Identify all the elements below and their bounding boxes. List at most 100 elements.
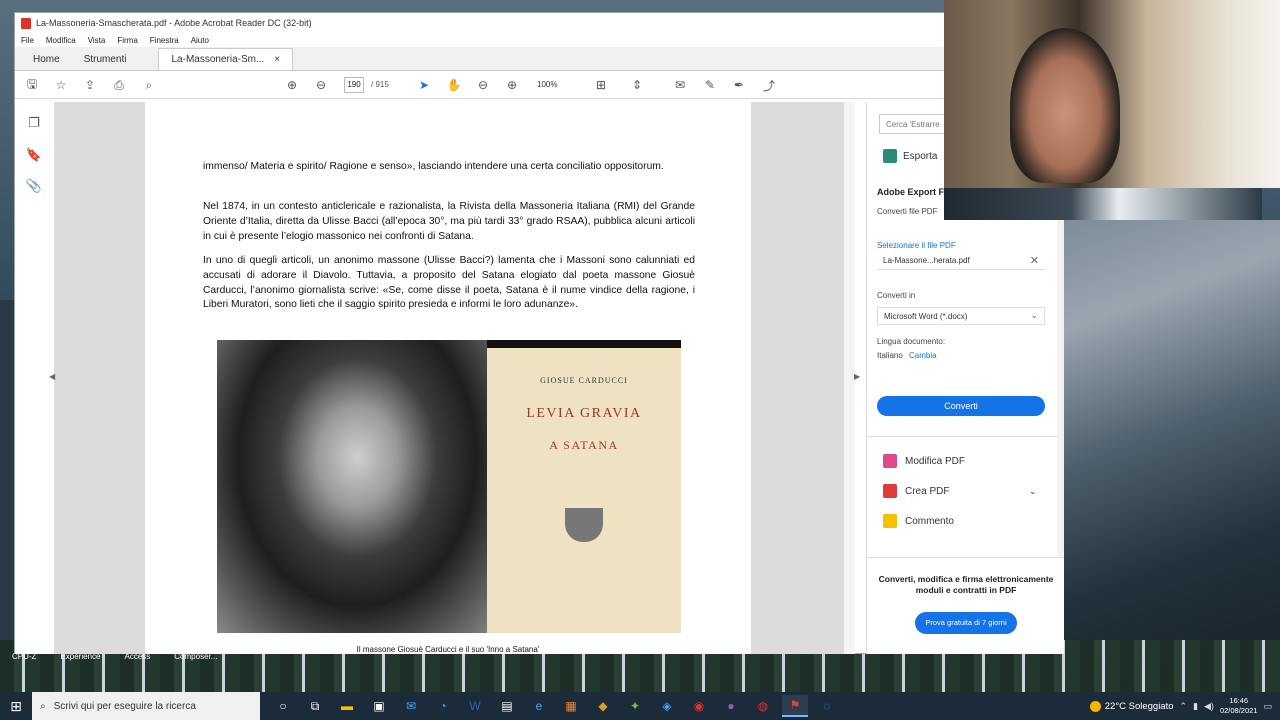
cover-emblem-icon (565, 508, 603, 542)
tool-modifica-pdf[interactable]: Modifica PDF (883, 454, 965, 468)
menu-aiuto[interactable]: Aiuto (191, 36, 209, 45)
weather-text: 22°C Soleggiato (1104, 700, 1174, 712)
app-icon-4[interactable]: ◉ (686, 695, 712, 717)
network-icon[interactable]: ▮ (1193, 701, 1198, 712)
collapse-left-icon[interactable]: ◀ (49, 372, 55, 381)
comment-icon[interactable]: ✉ (671, 76, 689, 94)
word-icon[interactable]: W (462, 695, 488, 717)
tool-commento-label: Commento (905, 515, 954, 527)
notifications-icon[interactable]: ▭ (1263, 701, 1272, 712)
menu-bar: File Modifica Vista Firma Finestra Aiuto (15, 33, 1063, 47)
star-icon[interactable]: ☆ (52, 76, 70, 94)
expand-right-panel-icon[interactable]: ▶ (854, 372, 860, 381)
zoom-out-icon[interactable]: ⊖ (474, 76, 492, 94)
app-icon-1[interactable]: ◆ (590, 695, 616, 717)
sun-icon (1089, 700, 1101, 712)
chevron-up-icon[interactable]: ⌃ (1180, 701, 1188, 712)
cover-author: GIOSUE CARDUCCI (540, 376, 628, 385)
change-language-link[interactable]: Cambia (909, 351, 937, 360)
selected-file-field: La-Massone...herata.pdf ✕ (877, 250, 1045, 270)
search-icon: ⌕ (40, 700, 46, 712)
upload-icon[interactable]: ⇪ (81, 76, 99, 94)
document-viewer[interactable]: ❐ 🔖 📎 ◀ immenso/ Materia e spirito/ Ragi… (15, 102, 860, 654)
tab-strumenti[interactable]: Strumenti (72, 48, 139, 70)
sign-icon[interactable]: ✒ (730, 76, 748, 94)
current-page-input[interactable]: 190 (344, 77, 364, 93)
app-icon-5[interactable]: ● (718, 695, 744, 717)
language-value: Italiano (877, 351, 903, 360)
remove-file-icon[interactable]: ✕ (1030, 254, 1039, 267)
bookmark-icon[interactable]: 🔖 (25, 147, 43, 165)
taskbar-search-placeholder: Scrivi qui per eseguire la ricerca (53, 700, 196, 712)
acrobat-taskbar-icon[interactable]: ⚑ (782, 695, 808, 717)
save-icon[interactable]: 🖫 (23, 76, 41, 94)
remote-desktop-icon[interactable]: ▤ (494, 695, 520, 717)
language-row: Italiano Cambia (877, 351, 937, 360)
select-pdf-link[interactable]: Selezionare il file PDF (877, 241, 956, 250)
select-cursor-icon[interactable]: ➤ (415, 76, 433, 94)
desktop-shortcut-experience[interactable]: Experience (60, 652, 100, 666)
highlight-pen-icon[interactable]: ✎ (701, 76, 719, 94)
hand-tool-icon[interactable]: ✋ (445, 76, 463, 94)
weather-widget[interactable]: 22°C Soleggiato (1089, 700, 1174, 712)
clock-time: 16:46 (1229, 696, 1249, 705)
ie-icon[interactable]: e (526, 695, 552, 717)
desktop-shortcut-composer[interactable]: Composer... (174, 652, 217, 666)
app-icon-2[interactable]: ✦ (622, 695, 648, 717)
app-icon-6[interactable]: ◍ (750, 695, 776, 717)
desktop-shortcut-labels: CPU-Z Experience Access Composer... (0, 652, 400, 666)
page-thumbnails-icon[interactable]: ❐ (25, 115, 43, 133)
tool-crea-pdf[interactable]: Crea PDF (883, 484, 949, 498)
chevron-down-icon: ⌄ (1030, 310, 1038, 320)
convert-file-label: Converti file PDF (877, 207, 938, 216)
window-titlebar[interactable]: La-Massoneria-Smascherata.pdf - Adobe Ac… (15, 13, 1063, 33)
windows-start-icon[interactable]: ⊞ (0, 692, 32, 720)
share-icon[interactable]: ⤴ (760, 76, 778, 94)
webcam-secondary-strip (944, 188, 1262, 220)
menu-vista[interactable]: Vista (88, 36, 106, 45)
taskbar-search[interactable]: ⌕ Scrivi qui per eseguire la ricerca (32, 692, 260, 720)
tab-home[interactable]: Home (21, 48, 72, 70)
page-up-icon[interactable]: ⊕ (283, 76, 301, 94)
promo-box: Converti, modifica e firma elettronicame… (867, 557, 1064, 653)
menu-file[interactable]: File (21, 36, 34, 45)
zoom-level-select[interactable]: 100% (537, 77, 575, 93)
tab-close-icon[interactable]: × (274, 54, 280, 65)
tool-crea-pdf-label: Crea PDF (905, 485, 950, 497)
file-explorer-icon[interactable]: ▬ (334, 695, 360, 717)
volume-icon[interactable]: ◀) (1204, 701, 1214, 712)
scroll-mode-icon[interactable]: ⇕ (628, 76, 646, 94)
export-pdf-tool[interactable]: Esporta (883, 149, 937, 163)
export-pdf-icon (883, 149, 897, 163)
tab-document[interactable]: La-Massoneria-Sm... × (158, 48, 294, 70)
format-select[interactable]: Microsoft Word (*.docx) ⌄ (877, 307, 1045, 325)
attachment-icon[interactable]: 📎 (25, 178, 43, 196)
desktop-shortcut-access[interactable]: Access (124, 652, 150, 666)
convert-button[interactable]: Converti (877, 396, 1045, 416)
menu-firma[interactable]: Firma (117, 36, 137, 45)
search-icon[interactable]: ⌕ (140, 76, 158, 94)
menu-modifica[interactable]: Modifica (46, 36, 76, 45)
mail-icon[interactable]: ✉ (398, 695, 424, 717)
free-trial-button[interactable]: Prova gratuita di 7 giorni (915, 612, 1017, 634)
store-icon[interactable]: ▣ (366, 695, 392, 717)
menu-finestra[interactable]: Finestra (150, 36, 179, 45)
acrobat-window: La-Massoneria-Smascherata.pdf - Adobe Ac… (14, 12, 1064, 654)
system-tray: 22°C Soleggiato ⌃ ▮ ◀) 16:46 02/08/2021 … (1089, 692, 1280, 720)
cortana-icon[interactable]: ○ (270, 695, 296, 717)
tool-commento[interactable]: Commento (883, 514, 954, 528)
app-icon-3[interactable]: ◈ (654, 695, 680, 717)
page-down-icon[interactable]: ⊖ (312, 76, 330, 94)
files-icon[interactable]: ▦ (558, 695, 584, 717)
app-icon-7[interactable]: ◌ (814, 695, 840, 717)
desktop-shortcut-cpu-z[interactable]: CPU-Z (12, 652, 36, 666)
taskbar-apps: ○ ⧉ ▬ ▣ ✉ ◔ W ▤ e ▦ ◆ ✦ ◈ ◉ ● ◍ ⚑ ◌ (270, 695, 840, 717)
edge-icon[interactable]: ◔ (430, 695, 456, 717)
zoom-in-icon[interactable]: ⊕ (503, 76, 521, 94)
clock[interactable]: 16:46 02/08/2021 (1220, 696, 1258, 716)
task-view-icon[interactable]: ⧉ (302, 695, 328, 717)
print-icon[interactable]: ⎙ (110, 76, 128, 94)
export-label: Esporta (903, 150, 938, 162)
fit-page-icon[interactable]: ⊞ (592, 76, 610, 94)
crea-pdf-chevron-icon[interactable]: ⌄ (1029, 486, 1037, 497)
